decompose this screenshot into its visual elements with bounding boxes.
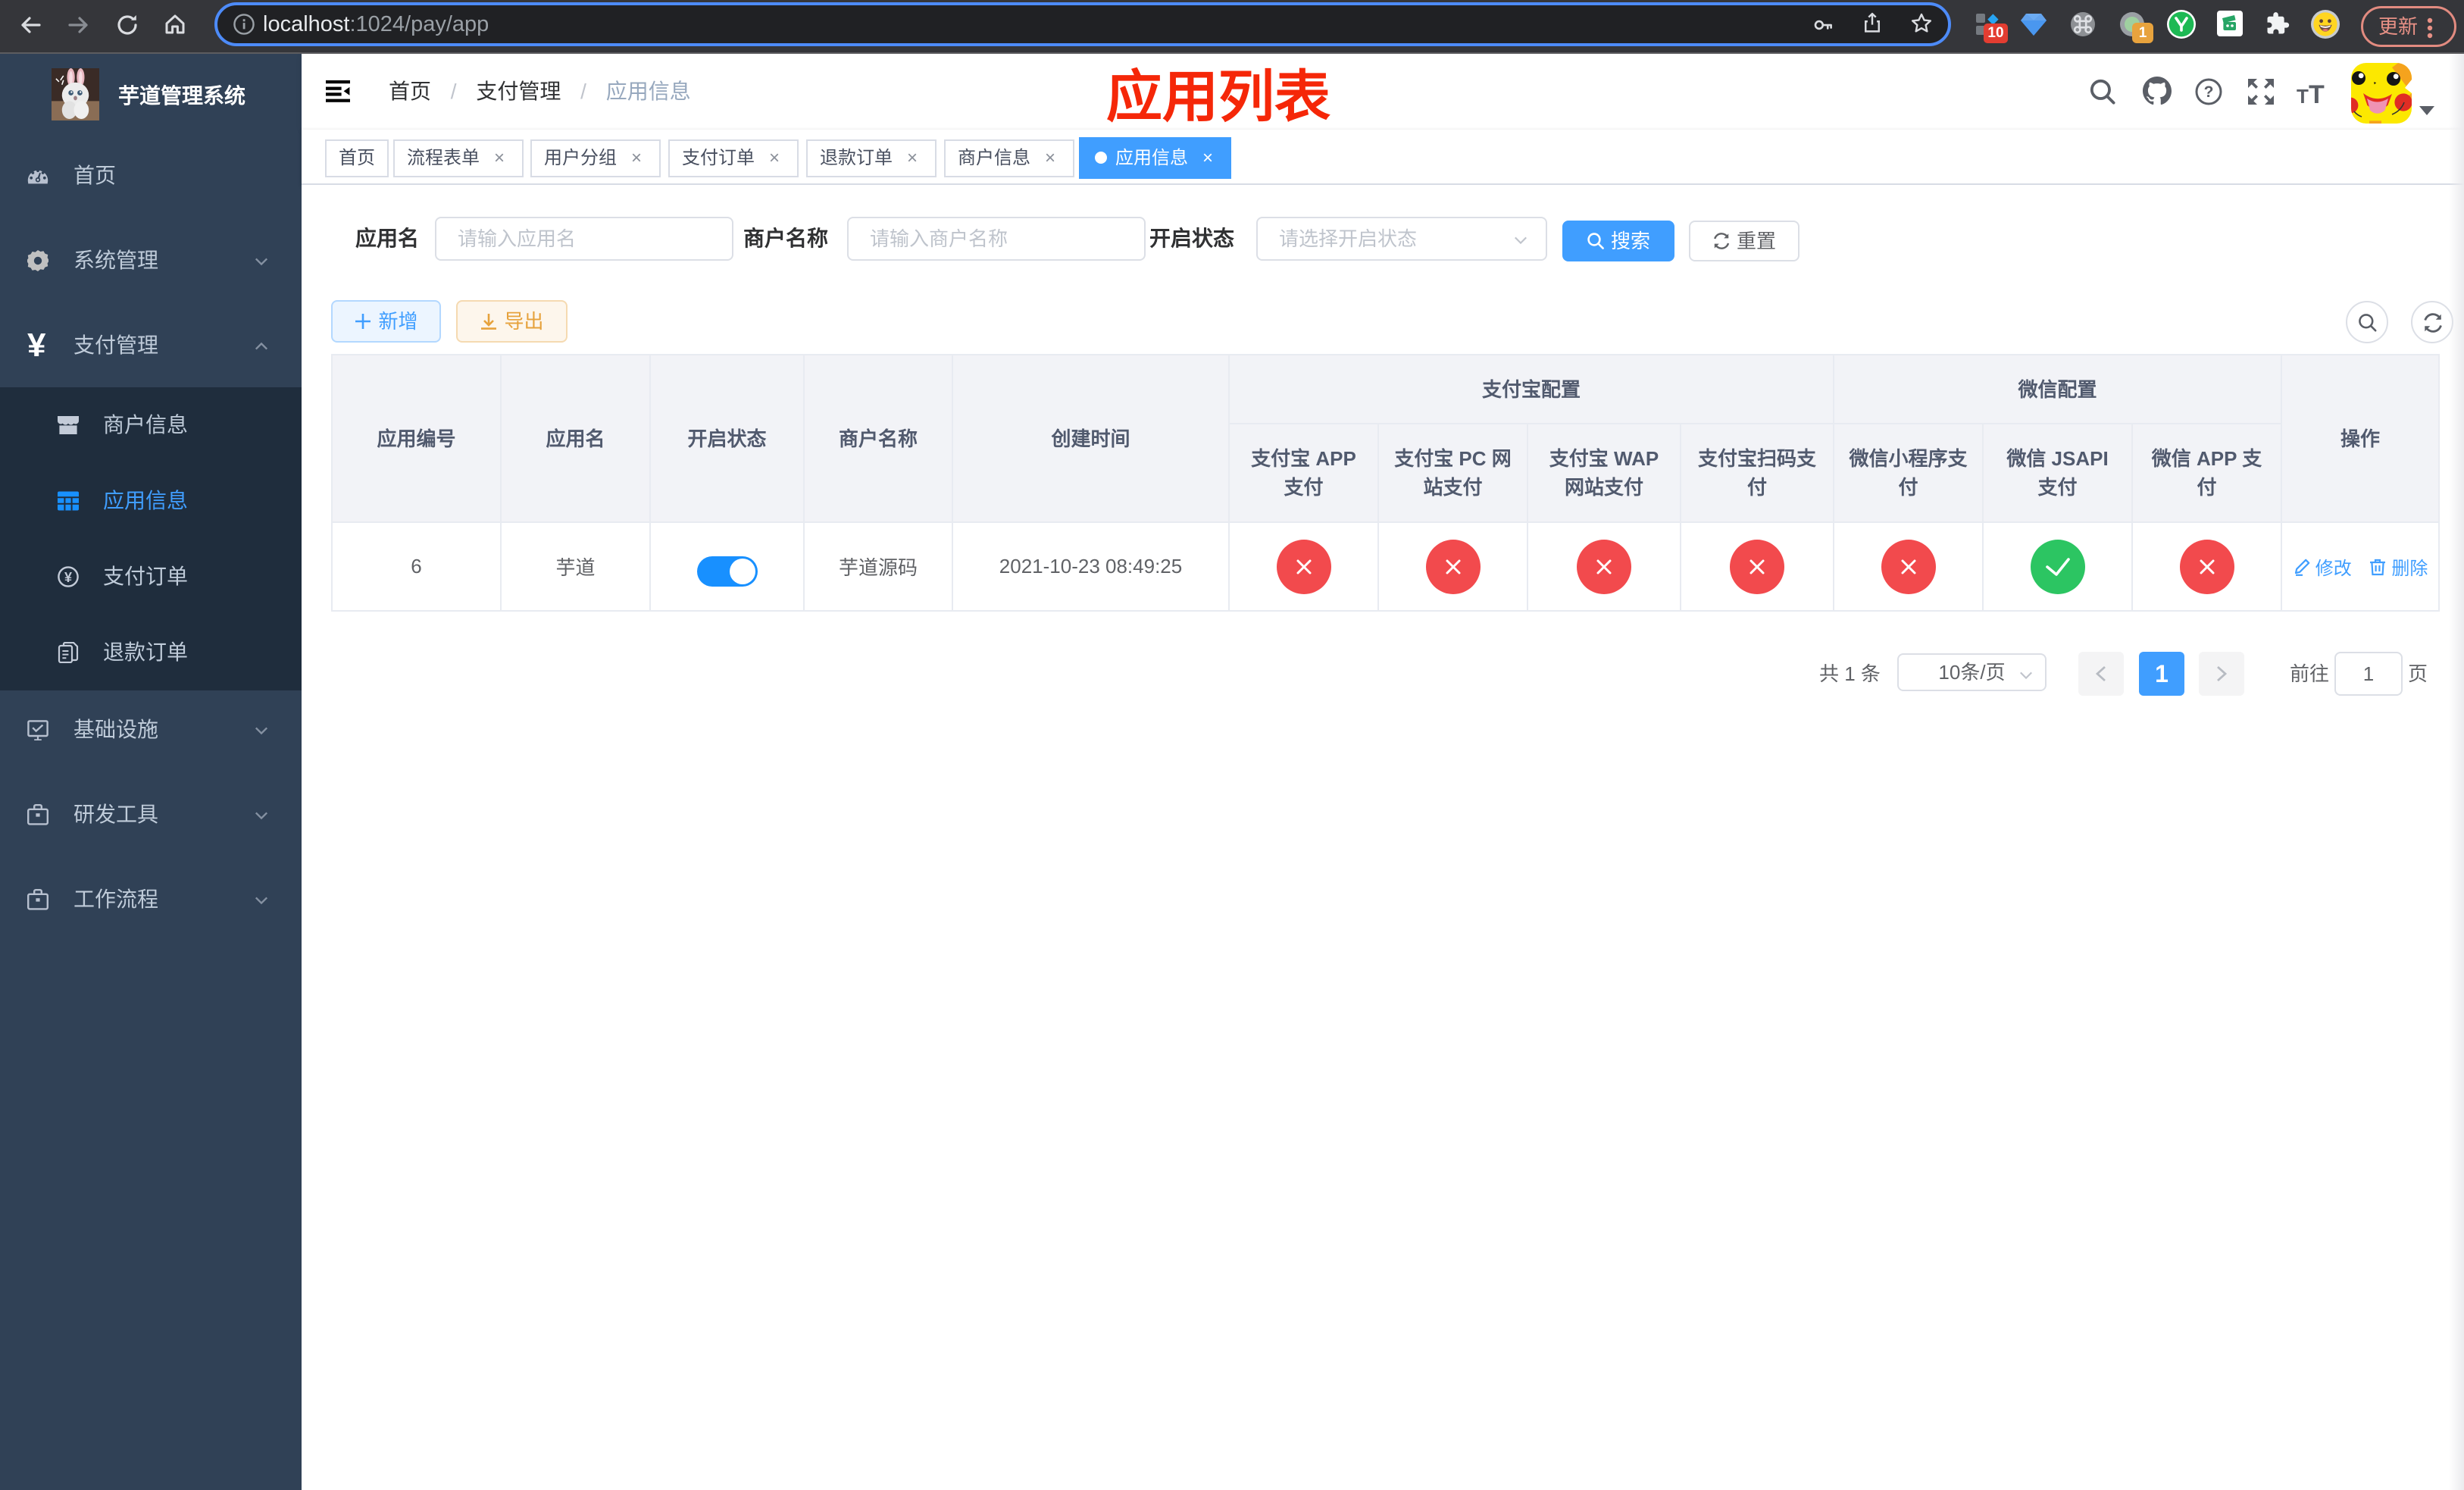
svg-text:¥: ¥: [64, 570, 72, 585]
svg-text:T: T: [2297, 85, 2309, 105]
svg-text:?: ?: [2204, 83, 2214, 101]
svg-text:T: T: [2309, 80, 2325, 105]
